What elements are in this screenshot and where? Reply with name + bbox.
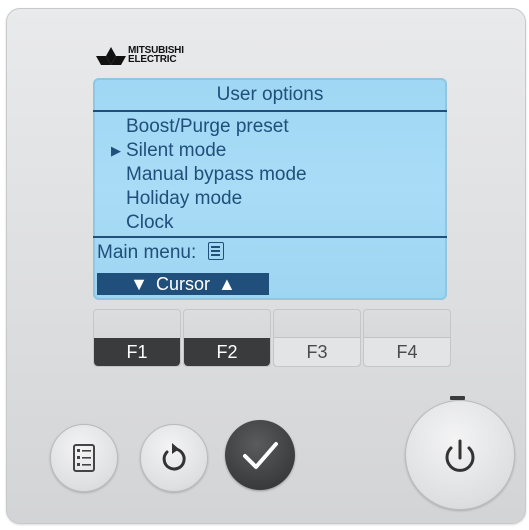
menu-list-icon bbox=[207, 242, 224, 260]
menu-item-holiday-mode[interactable]: Holiday mode bbox=[93, 187, 447, 211]
return-arrow-icon bbox=[162, 443, 186, 471]
f2-label: F2 bbox=[184, 338, 270, 366]
menu-item-label: Manual bypass mode bbox=[126, 164, 307, 185]
power-button[interactable] bbox=[405, 400, 515, 510]
power-icon bbox=[445, 439, 475, 472]
main-menu-label: Main menu: bbox=[97, 242, 197, 263]
f2-button[interactable]: F2 bbox=[183, 309, 271, 367]
function-keys: F1 F2 F3 F4 bbox=[93, 309, 451, 367]
cursor-down-icon: ▼ bbox=[130, 274, 148, 294]
f4-button[interactable]: F4 bbox=[363, 309, 451, 367]
menu-item-clock[interactable]: Clock bbox=[93, 211, 447, 235]
screen-title: User options bbox=[216, 84, 324, 105]
main-menu-hint: Main menu: bbox=[97, 242, 224, 264]
cursor-hint-bar: ▼ Cursor ▲ bbox=[97, 273, 269, 295]
menu-list-icon bbox=[73, 444, 95, 472]
confirm-button[interactable] bbox=[225, 420, 295, 490]
menu-item-silent-mode[interactable]: ▶ Silent mode bbox=[93, 139, 447, 163]
menu-item-boost-purge-preset[interactable]: Boost/Purge preset bbox=[93, 115, 447, 139]
cursor-label: Cursor bbox=[155, 274, 210, 294]
f3-label: F3 bbox=[274, 337, 360, 366]
back-button[interactable] bbox=[140, 424, 208, 492]
menu-item-label: Boost/Purge preset bbox=[126, 116, 289, 137]
f3-button[interactable]: F3 bbox=[273, 309, 361, 367]
menu-item-label: Holiday mode bbox=[126, 188, 243, 209]
title-divider bbox=[93, 110, 447, 112]
f4-label: F4 bbox=[364, 337, 450, 366]
cursor-up-icon: ▲ bbox=[218, 274, 236, 294]
checkmark-icon bbox=[243, 442, 278, 469]
brand-line-2: ELECTRIC bbox=[128, 54, 177, 65]
menu-button[interactable] bbox=[50, 424, 118, 492]
options-menu: Boost/Purge preset ▶ Silent mode Manual … bbox=[93, 115, 447, 235]
menu-item-label: Clock bbox=[126, 212, 174, 233]
f1-label: F1 bbox=[94, 338, 180, 366]
selection-arrow-icon: ▶ bbox=[111, 143, 121, 158]
lcd-screen: User options Boost/Purge preset ▶ Silent… bbox=[93, 78, 447, 300]
brand-name: MITSUBISHI ELECTRIC bbox=[128, 46, 184, 65]
menu-item-manual-bypass-mode[interactable]: Manual bypass mode bbox=[93, 163, 447, 187]
footer-divider bbox=[93, 236, 447, 238]
menu-item-label: Silent mode bbox=[126, 140, 227, 161]
f1-button[interactable]: F1 bbox=[93, 309, 181, 367]
